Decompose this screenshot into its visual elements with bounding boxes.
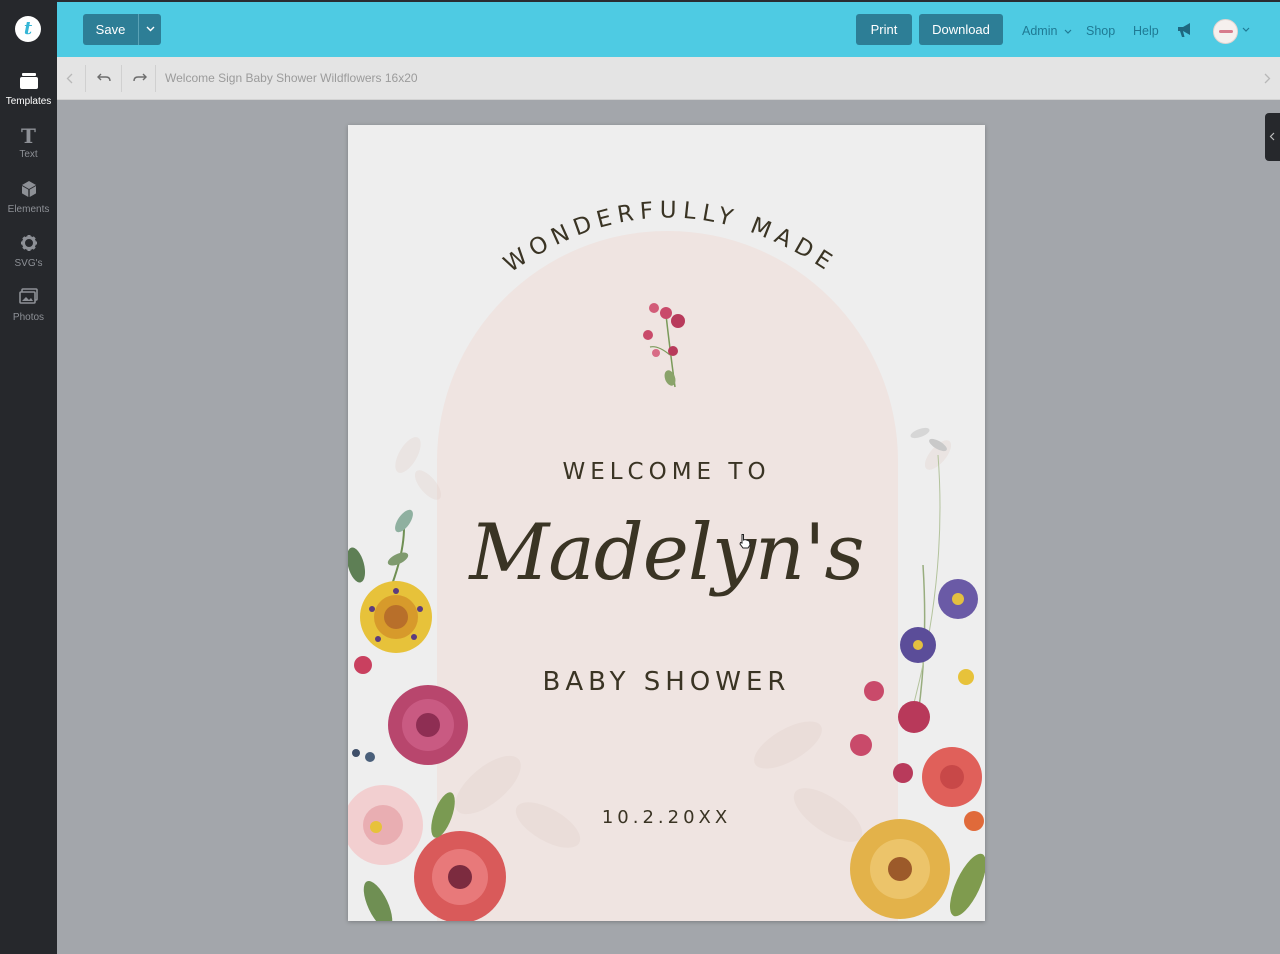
save-button[interactable]: Save	[83, 14, 138, 45]
chevron-right-icon[interactable]	[1264, 73, 1271, 84]
date-text[interactable]: 10.2.20XX	[348, 807, 985, 828]
divider	[85, 65, 86, 92]
rail-label-photos: Photos	[12, 312, 45, 323]
hand-cursor-icon	[739, 534, 751, 549]
document-title: Welcome Sign Baby Shower Wildflowers 16x…	[165, 71, 418, 85]
svg-gear-icon	[0, 234, 57, 256]
document-toolbar: Welcome Sign Baby Shower Wildflowers 16x…	[57, 57, 1280, 100]
event-text[interactable]: BABY SHOWER	[348, 667, 985, 697]
megaphone-icon[interactable]	[1176, 21, 1194, 39]
left-rail: t Templates T Text Elements SVG's Photos	[0, 0, 57, 954]
text-icon: T	[21, 124, 36, 148]
rail-item-elements[interactable]: Elements	[0, 180, 57, 215]
design-canvas[interactable]: WONDERFULLY MADE WELCOME TO Madelyn's BA…	[348, 125, 985, 921]
shop-link[interactable]: Shop	[1086, 24, 1115, 38]
rail-label-svgs: SVG's	[14, 258, 43, 269]
rail-label-text: Text	[19, 149, 38, 160]
faint-leaves	[395, 437, 952, 848]
avatar-logo-mark	[1219, 30, 1233, 33]
rail-item-templates[interactable]: Templates	[0, 72, 57, 107]
top-toolbar: Save Print Download Admin Shop Help	[57, 0, 1280, 57]
divider	[121, 65, 122, 92]
app-logo[interactable]: t	[15, 16, 41, 42]
rail-item-photos[interactable]: Photos	[0, 288, 57, 323]
admin-label: Admin	[1022, 24, 1058, 38]
rail-label-elements: Elements	[7, 204, 50, 215]
print-button[interactable]: Print	[856, 14, 912, 45]
rail-item-svgs[interactable]: SVG's	[0, 234, 57, 269]
elements-icon	[0, 180, 57, 202]
templates-icon	[0, 72, 57, 94]
chevron-left-icon	[1269, 132, 1275, 141]
rail-item-text[interactable]: T Text	[0, 125, 57, 160]
rail-label-templates: Templates	[5, 96, 52, 107]
download-button[interactable]: Download	[919, 14, 1003, 45]
top-flower-sprig	[643, 303, 685, 388]
welcome-text[interactable]: WELCOME TO	[348, 459, 985, 485]
chevron-down-icon[interactable]	[1242, 27, 1250, 32]
redo-icon[interactable]	[133, 73, 147, 83]
arc-text[interactable]: WONDERFULLY MADE	[499, 197, 841, 278]
honoree-name-text[interactable]: Madelyn's	[348, 508, 985, 598]
undo-icon[interactable]	[97, 73, 111, 83]
save-options-button[interactable]	[138, 14, 161, 45]
save-button-group: Save	[83, 14, 161, 45]
photos-icon	[0, 288, 57, 310]
admin-menu[interactable]: Admin	[1022, 24, 1072, 38]
divider	[155, 65, 156, 92]
chevron-down-icon	[146, 26, 155, 32]
avatar[interactable]	[1213, 19, 1238, 44]
right-panel-toggle[interactable]	[1265, 113, 1280, 161]
chevron-left-icon[interactable]	[66, 73, 73, 84]
chevron-down-icon	[1064, 29, 1072, 35]
help-link[interactable]: Help	[1133, 24, 1159, 38]
